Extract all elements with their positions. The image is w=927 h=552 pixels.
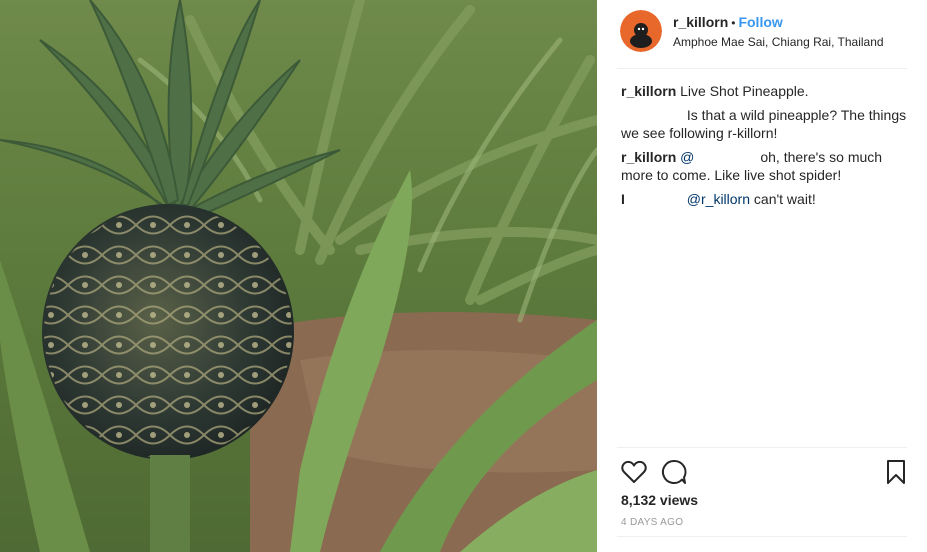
comment-username[interactable]: r_killorn: [621, 149, 676, 165]
view-count[interactable]: 8,132 views: [621, 492, 698, 509]
comment-text: can't wait!: [753, 191, 816, 207]
header-line: r_killorn • Follow: [673, 14, 783, 32]
bookmark-icon: [887, 460, 905, 484]
action-bar: [620, 458, 910, 486]
redacted-username: [621, 108, 683, 122]
location-link[interactable]: Amphoe Mae Sai, Chiang Rai, Thailand: [673, 35, 884, 49]
footer-divider: [617, 536, 907, 537]
comment-item: I @r_killorn can't wait!: [621, 190, 911, 208]
comment-item: r_killorn @ oh, there's so much more to c…: [621, 148, 911, 184]
post-media[interactable]: [0, 0, 597, 552]
comment-mention[interactable]: @: [680, 149, 694, 165]
comment-username[interactable]: r_killorn: [621, 83, 676, 99]
comments-list: r_killorn Live Shot Pineapple. Is that a…: [621, 82, 911, 214]
save-button[interactable]: [882, 458, 910, 486]
heart-icon: [621, 460, 647, 483]
comment-mention[interactable]: @r_killorn: [687, 191, 750, 207]
username-link[interactable]: r_killorn: [673, 14, 728, 30]
avatar-image: [620, 10, 662, 52]
redacted-username: [624, 192, 683, 206]
separator-dot: •: [731, 16, 736, 30]
avatar[interactable]: [620, 10, 662, 52]
comment-item: Is that a wild pineapple? The things we …: [621, 106, 911, 142]
post-side-panel: r_killorn • Follow Amphoe Mae Sai, Chiang …: [597, 0, 927, 552]
caption: r_killorn Live Shot Pineapple.: [621, 82, 911, 100]
post-header: r_killorn • Follow Amphoe Mae Sai, Chiang …: [597, 0, 927, 70]
redacted-mention: [694, 150, 761, 164]
header-divider: [617, 68, 907, 69]
comment-button[interactable]: [660, 458, 688, 486]
post-timestamp[interactable]: 4 DAYS AGO: [621, 517, 683, 529]
like-button[interactable]: [620, 458, 648, 486]
pineapple-photo: [0, 0, 597, 552]
actions-divider: [617, 447, 907, 448]
speech-bubble-icon: [661, 459, 687, 484]
follow-button[interactable]: Follow: [738, 14, 782, 30]
comment-text: Live Shot Pineapple.: [680, 83, 809, 99]
